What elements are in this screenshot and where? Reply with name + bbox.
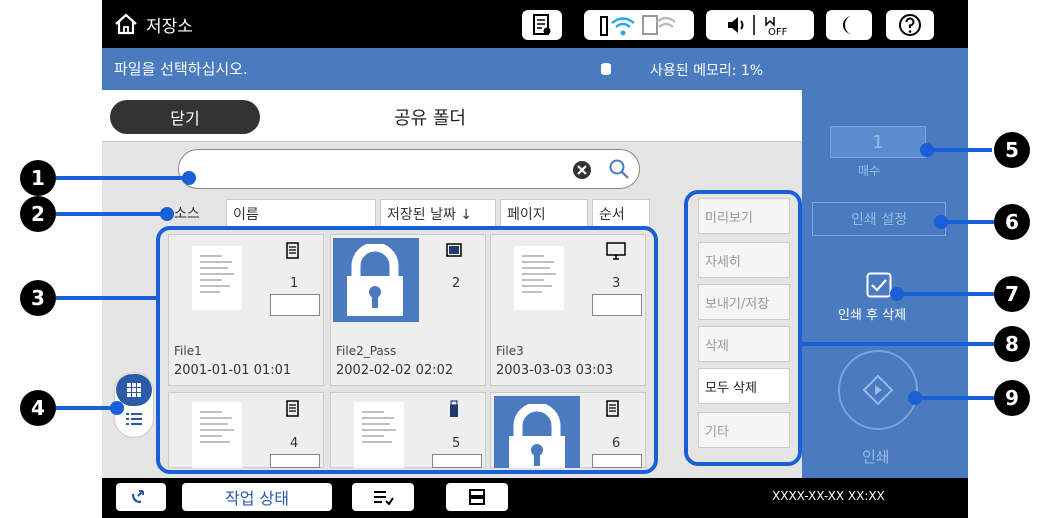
prompt-text: 파일을 선택하십시오.	[114, 60, 248, 78]
printer-status-button[interactable]	[446, 483, 508, 511]
print-settings-button[interactable]: 인쇄 설정	[812, 202, 946, 236]
speaker-icon	[728, 15, 755, 35]
callout-3: 3	[20, 280, 56, 316]
moon-icon	[843, 16, 852, 34]
column-name[interactable]: 이름	[226, 199, 376, 227]
grid-icon	[127, 383, 141, 397]
callout-dot	[110, 401, 124, 415]
fax-icon	[131, 490, 144, 504]
callout-2: 2	[20, 196, 56, 232]
column-pages[interactable]: 페이지	[500, 199, 588, 227]
wifi-icon	[600, 16, 635, 36]
datetime: XXXX-XX-XX XX:XX	[772, 489, 885, 503]
callout-dot	[908, 391, 922, 405]
callout-dot	[160, 207, 174, 221]
home-icon	[115, 13, 137, 35]
svg-text:OFF: OFF	[768, 27, 788, 37]
help-icon	[899, 14, 921, 36]
copies-label: 매수	[858, 164, 881, 178]
network-status-button[interactable]	[584, 10, 694, 40]
callout-line	[56, 176, 188, 180]
copies-input[interactable]: 1	[830, 126, 926, 158]
callout-7: 7	[994, 276, 1030, 312]
folder-title: 공유 폴더	[394, 108, 466, 129]
callout-9: 9	[994, 380, 1030, 416]
column-order[interactable]: 순서	[592, 199, 650, 227]
printer-icon	[469, 489, 485, 505]
callout-8: 8	[994, 326, 1030, 362]
clear-icon[interactable]	[572, 160, 592, 180]
callout-6: 6	[994, 204, 1030, 240]
callout-line	[940, 220, 994, 224]
callout-line	[926, 148, 992, 152]
close-button[interactable]: 닫기	[110, 100, 260, 134]
search-icon[interactable]	[608, 158, 630, 180]
column-source[interactable]: 소스	[174, 203, 200, 223]
callout-line	[896, 292, 994, 296]
quiet-off-icon: OFF	[765, 17, 788, 37]
file-grid-highlight	[156, 226, 658, 474]
column-saved-date[interactable]: 저장된 날짜 ↓	[380, 199, 496, 227]
ink-icon	[533, 14, 551, 35]
help-button[interactable]	[886, 10, 934, 40]
sleep-button[interactable]	[826, 10, 872, 40]
callout-dot	[182, 171, 196, 185]
memory-icon	[601, 63, 611, 75]
callout-5: 5	[994, 132, 1030, 168]
callout-4: 4	[20, 390, 56, 426]
callout-line	[56, 212, 168, 216]
print-label: 인쇄	[862, 448, 890, 466]
start-icon	[862, 374, 894, 406]
sound-status-button[interactable]: OFF	[706, 10, 814, 40]
home-button[interactable]: 저장소	[114, 10, 254, 38]
callout-1: 1	[20, 160, 56, 196]
callout-line	[914, 396, 994, 400]
job-status-button[interactable]: 작업 상태	[182, 483, 332, 511]
search-input[interactable]	[178, 149, 640, 189]
delete-after-print-label: 인쇄 후 삭제	[838, 308, 907, 323]
side-menu-highlight	[684, 190, 802, 466]
checkbox-icon[interactable]	[866, 272, 892, 298]
job-queue-button[interactable]	[352, 483, 414, 511]
queue-icon	[374, 491, 394, 505]
callout-dot	[934, 215, 948, 229]
location-title: 저장소	[146, 16, 193, 37]
callout-dot	[890, 287, 904, 301]
wifi-direct-icon	[642, 15, 676, 35]
fax-log-button[interactable]	[116, 483, 166, 511]
callout-line	[802, 342, 994, 346]
list-view-icon[interactable]	[126, 412, 142, 426]
memory-usage: 사용된 메모리: 1%	[650, 63, 764, 79]
callout-line	[56, 296, 156, 300]
callout-dot	[920, 143, 934, 157]
ink-status-button[interactable]	[522, 10, 562, 40]
grid-view-button[interactable]	[116, 374, 152, 406]
